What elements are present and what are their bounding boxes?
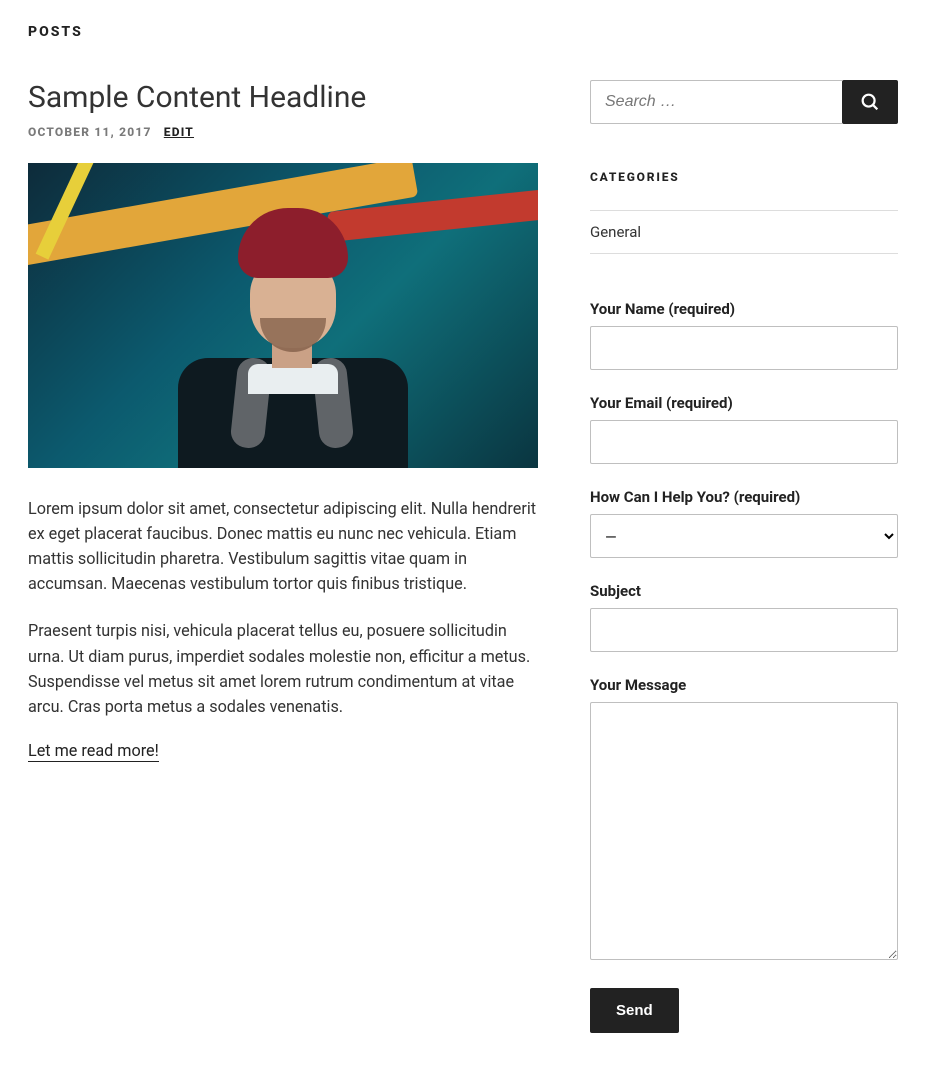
category-item[interactable]: General bbox=[590, 211, 898, 254]
featured-image bbox=[28, 163, 538, 468]
post-paragraph: Lorem ipsum dolor sit amet, consectetur … bbox=[28, 496, 538, 596]
help-label: How Can I Help You? (required) bbox=[590, 488, 898, 506]
categories-heading: CATEGORIES bbox=[590, 170, 898, 184]
message-field[interactable] bbox=[590, 702, 898, 960]
read-more-link[interactable]: Let me read more! bbox=[28, 741, 159, 762]
search-icon bbox=[859, 91, 881, 113]
post-date: OCTOBER 11, 2017 bbox=[28, 125, 152, 139]
search-button[interactable] bbox=[842, 80, 898, 124]
categories-list: General bbox=[590, 210, 898, 254]
post-body: Lorem ipsum dolor sit amet, consectetur … bbox=[28, 496, 538, 760]
help-select[interactable]: — bbox=[590, 514, 898, 558]
name-label: Your Name (required) bbox=[590, 300, 898, 318]
post-paragraph: Praesent turpis nisi, vehicula placerat … bbox=[28, 618, 538, 718]
email-field[interactable] bbox=[590, 420, 898, 464]
message-label: Your Message bbox=[590, 676, 898, 694]
email-label: Your Email (required) bbox=[590, 394, 898, 412]
sidebar: CATEGORIES General Your Name (required) … bbox=[590, 80, 898, 1033]
post-meta: OCTOBER 11, 2017 EDIT bbox=[28, 125, 538, 139]
post-column: Sample Content Headline OCTOBER 11, 2017… bbox=[28, 80, 538, 760]
subject-field[interactable] bbox=[590, 608, 898, 652]
name-field[interactable] bbox=[590, 326, 898, 370]
section-heading: POSTS bbox=[28, 24, 898, 40]
search-widget bbox=[590, 80, 898, 124]
search-input[interactable] bbox=[590, 80, 842, 124]
edit-link[interactable]: EDIT bbox=[164, 125, 194, 139]
subject-label: Subject bbox=[590, 582, 898, 600]
contact-form: Your Name (required) Your Email (require… bbox=[590, 300, 898, 1033]
post-title: Sample Content Headline bbox=[28, 80, 538, 115]
send-button[interactable]: Send bbox=[590, 988, 679, 1033]
